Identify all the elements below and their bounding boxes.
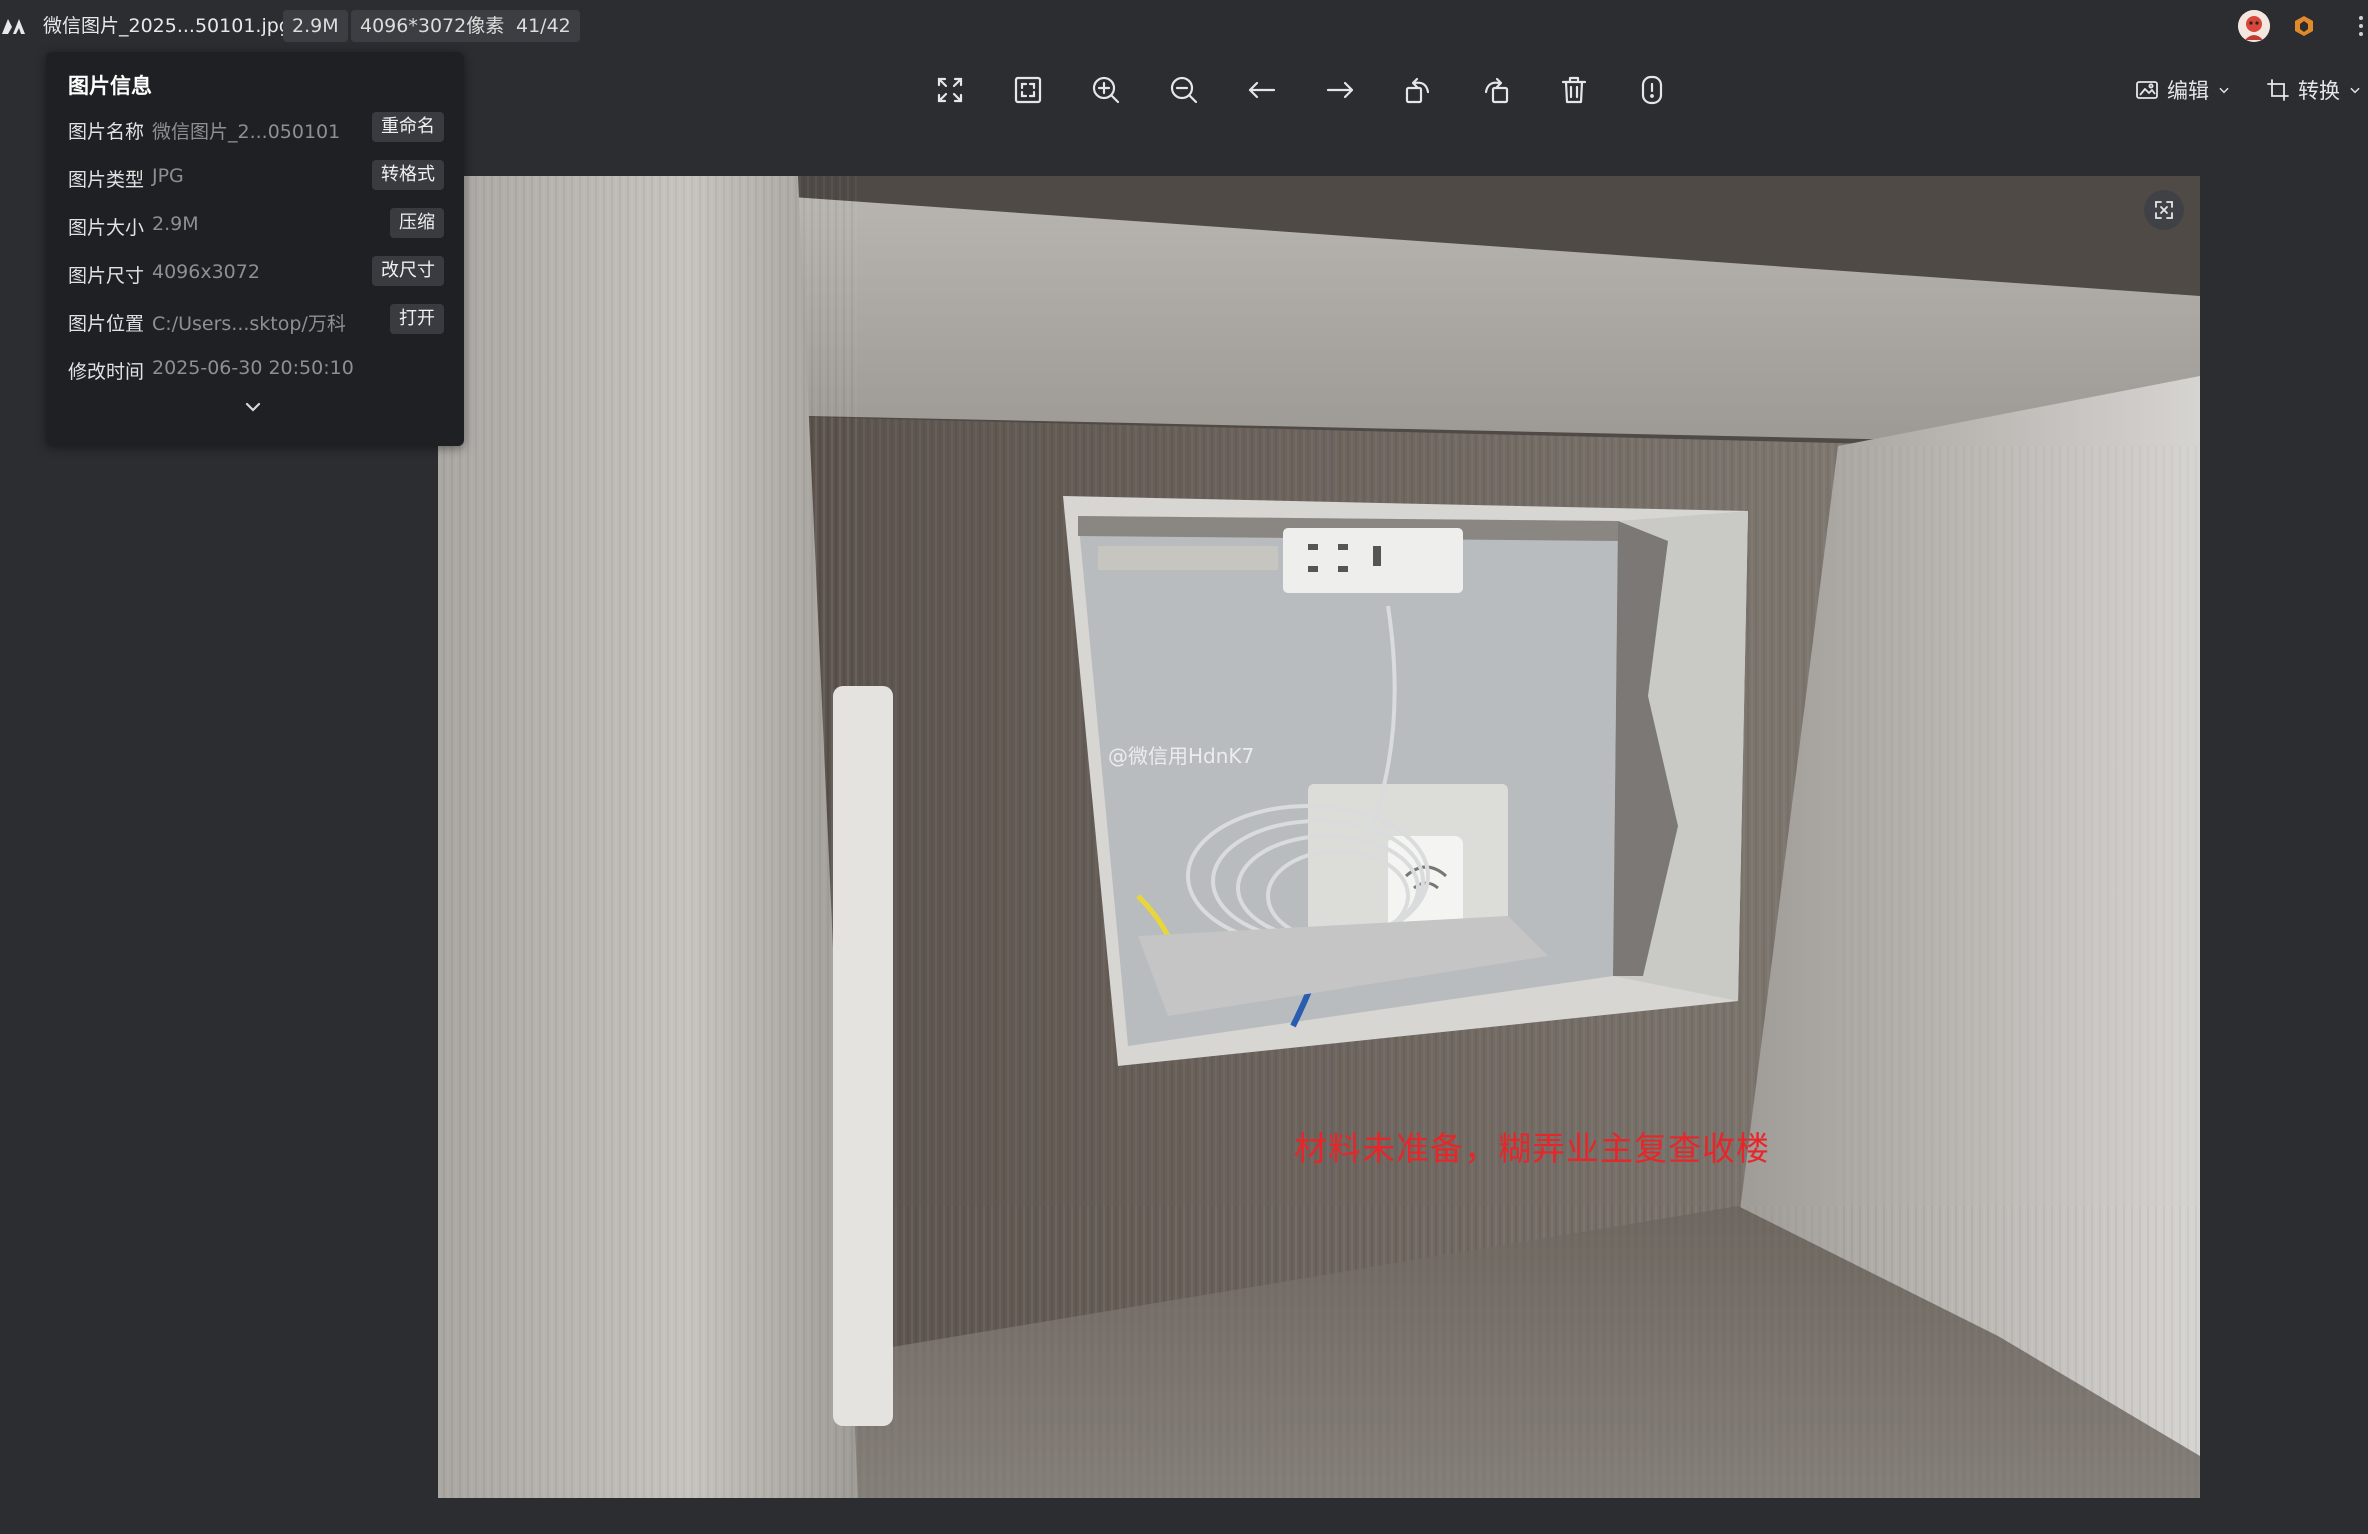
arrow-right-icon [1326,81,1354,99]
fullscreen-button[interactable] [930,70,970,110]
edit-menu-label: 编辑 [2167,79,2209,103]
photo-viewer-image[interactable] [438,176,2200,1498]
zoom-out-button[interactable] [1164,70,1204,110]
previous-button[interactable] [1242,70,1282,110]
app-logo-icon [2,19,25,34]
more-icon[interactable] [2355,12,2367,40]
rotate-right-button[interactable] [1476,70,1516,110]
info-label: 修改时间 [68,361,145,383]
chevron-down-icon [2350,87,2360,94]
convert-menu[interactable]: 转换 [2266,72,2362,108]
image-edit-icon [2136,81,2158,99]
info-icon [1641,75,1663,105]
user-avatar-icon[interactable] [2238,10,2270,42]
arrow-left-icon [1248,81,1276,99]
rename-button[interactable]: 重命名 [372,112,444,142]
file-size-tag: 2.9M [283,10,348,42]
info-value: 微信图片_2...050101 [152,121,341,143]
image-index-tag: 41/42 [507,10,580,42]
convert-menu-label: 转换 [2298,79,2340,103]
trash-icon [1561,76,1587,104]
info-label: 图片大小 [68,217,145,239]
crop-icon [2267,79,2289,101]
expand-arrows-icon [937,77,963,103]
image-recognize-button[interactable] [2144,190,2184,230]
info-row-modified-time: 修改时间 2025-06-30 20:50:10 [68,352,444,386]
info-label: 图片位置 [68,313,145,335]
file-name: 微信图片_2025...50101.jpg [43,15,291,37]
info-row-name: 图片名称 微信图片_2...050101 重命名 [68,112,444,146]
info-row-size: 图片大小 2.9M 压缩 [68,208,444,242]
image-annotation-text: 材料未准备，糊弄业主复查收楼 [1294,1129,1770,1168]
resize-button[interactable]: 改尺寸 [372,256,444,286]
edit-menu[interactable]: 编辑 [2135,72,2231,108]
image-watermark: @微信用HdnK7 [1108,744,1255,768]
info-value: C:/Users...sktop/万科 [152,313,346,335]
zoom-out-icon [1170,76,1198,104]
info-label: 图片尺寸 [68,265,145,287]
info-row-location: 图片位置 C:/Users...sktop/万科 打开 [68,304,444,338]
rotate-left-icon [1405,77,1430,104]
next-button[interactable] [1320,70,1360,110]
info-value: JPG [152,165,184,187]
rotate-left-button[interactable] [1398,70,1438,110]
photo-content [438,176,2200,1498]
convert-format-button[interactable]: 转格式 [372,160,444,190]
info-value: 2025-06-30 20:50:10 [152,357,354,379]
info-row-type: 图片类型 JPG 转格式 [68,160,444,194]
open-location-button[interactable]: 打开 [390,304,444,334]
title-bar: 微信图片_2025...50101.jpg 2.9M 4096*3072像素 4… [0,0,2368,52]
info-value: 2.9M [152,213,199,235]
fit-frame-icon [1014,76,1042,104]
delete-button[interactable] [1554,70,1594,110]
info-label: 图片名称 [68,121,145,143]
compress-button[interactable]: 压缩 [390,208,444,238]
dimensions-tag: 4096*3072像素 [351,10,514,42]
zoom-in-icon [1092,76,1120,104]
info-panel-title: 图片信息 [68,74,152,98]
fit-window-button[interactable] [1008,70,1048,110]
info-button[interactable] [1632,70,1672,110]
info-row-dimensions: 图片尺寸 4096x3072 改尺寸 [68,256,444,290]
chevron-down-icon[interactable] [242,396,264,418]
chevron-down-icon [2219,87,2229,94]
scan-icon [2155,201,2173,219]
info-value: 4096x3072 [152,261,260,283]
vip-badge-icon[interactable] [2293,15,2315,37]
info-label: 图片类型 [68,169,145,191]
zoom-in-button[interactable] [1086,70,1126,110]
rotate-right-icon [1484,77,1509,104]
